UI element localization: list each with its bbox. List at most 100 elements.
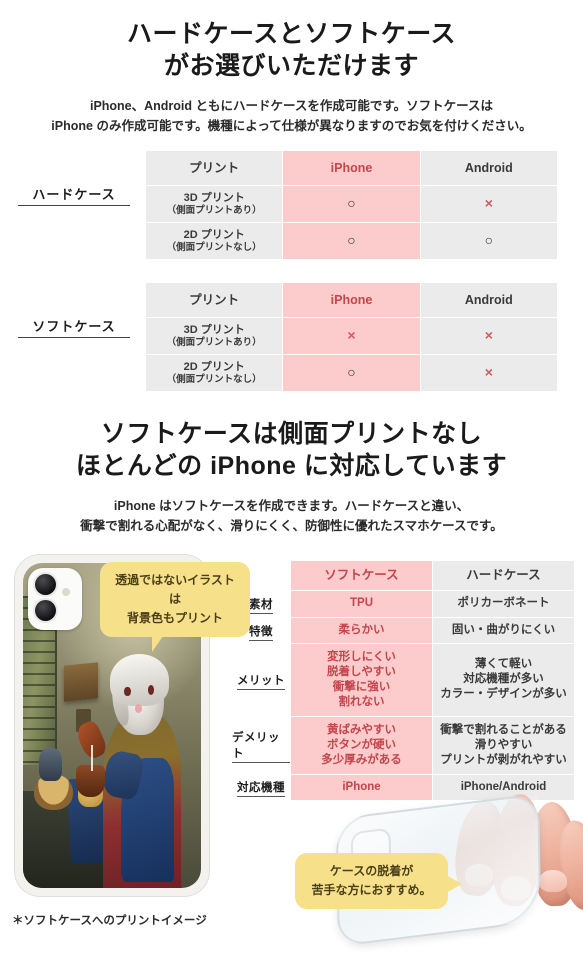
support-mark: × xyxy=(347,327,356,343)
print-bubble-line1: 透過ではないイラストは xyxy=(115,573,235,606)
artwork-milk-stream xyxy=(90,745,93,771)
print-type-name: 3D プリント xyxy=(183,192,245,204)
spec-col-header-soft: ソフトケース xyxy=(291,561,432,591)
section2-heading-line2: ほとんどの iPhone に対応しています xyxy=(75,452,508,480)
support-mark: × xyxy=(484,364,493,380)
section1-heading-line2: がお選びいただけます xyxy=(163,52,419,80)
spec-soft-material: TPU xyxy=(291,591,432,617)
col-header-android: Android xyxy=(420,151,557,185)
spec-soft-feature: 柔らかい xyxy=(291,617,432,643)
print-type-cell: 2D プリント （側面プリントなし） xyxy=(146,223,283,259)
print-type-name: 2D プリント xyxy=(183,361,245,373)
print-type-name: 3D プリント xyxy=(183,324,245,336)
spec-soft-merit: 変形しにくい 脱着しやすい 衝撃に強い 割れない xyxy=(291,643,432,717)
support-mark: × xyxy=(484,195,493,211)
hard-case-compatibility-table: プリント iPhone Android 3D プリント （側面プリントあり） ○… xyxy=(145,150,558,260)
case-spec-grid: 素材 特徴 メリット デメリット 対応機種 ソフトケース ハードケース TPU … xyxy=(232,560,577,801)
spec-comparison-area: 透過ではないイラストは 背景色もプリント 素材 特徴 メリット デメリット 対応… xyxy=(0,554,583,954)
easy-bubble-line1: ケースの脱着が xyxy=(329,864,414,878)
table-row: 3D プリント （側面プリントあり） × × xyxy=(146,318,557,354)
case-spec-table: ソフトケース ハードケース TPU ポリカーボネート 柔らかい 固い・曲がりにく… xyxy=(290,560,575,801)
camera-flash-icon xyxy=(62,588,70,596)
artwork-figure-nose xyxy=(135,704,143,713)
section1-heading: ハードケースとソフトケース がお選びいただけます xyxy=(0,18,583,82)
soft-case-row-label: ソフトケース xyxy=(18,316,130,338)
android-support-cell: ○ xyxy=(420,223,557,259)
spec-row-merit: 変形しにくい 脱着しやすい 衝撃に強い 割れない 薄くて軽い 対応機種が多い カ… xyxy=(291,643,574,717)
section2-lead-line1: iPhone はソフトケースを作成できます。ハードケースと違い、 xyxy=(113,499,470,513)
iphone-support-cell: × xyxy=(283,318,420,354)
print-type-cell: 3D プリント （側面プリントあり） xyxy=(146,186,283,222)
table-row: 2D プリント （側面プリントなし） ○ × xyxy=(146,355,557,391)
hard-soft-intro-section: ハードケースとソフトケース がお選びいただけます iPhone、Android … xyxy=(0,0,583,392)
iphone-support-cell: ○ xyxy=(283,355,420,391)
support-mark: ○ xyxy=(347,364,356,380)
android-support-cell: × xyxy=(420,318,557,354)
section1-lead-line2: iPhone のみ作成可能です。機種によって仕様が異なりますのでお気を付けくださ… xyxy=(51,119,532,133)
col-header-print: プリント xyxy=(146,283,283,317)
support-mark: ○ xyxy=(484,232,494,248)
section2-heading: ソフトケースは側面プリントなし ほとんどの iPhone に対応しています xyxy=(0,418,583,482)
footnote-print-image: ＊ソフトケースへのプリントイメージ xyxy=(12,915,207,927)
soft-case-print-sample-photo: 透過ではないイラストは 背景色もプリント xyxy=(14,554,250,897)
android-support-cell: × xyxy=(420,186,557,222)
soft-case-detail-section: ソフトケースは側面プリントなし ほとんどの iPhone に対応しています iP… xyxy=(0,392,583,954)
col-header-iphone: iPhone xyxy=(283,151,420,185)
spec-label-text: デメリット xyxy=(232,729,290,763)
spec-header-row: ソフトケース ハードケース xyxy=(291,561,574,591)
artwork-figure-eye-left xyxy=(124,686,131,697)
print-bubble-line2: 背景色もプリント xyxy=(126,611,223,625)
col-header-iphone: iPhone xyxy=(283,283,420,317)
table-row: 2D プリント （側面プリントなし） ○ ○ xyxy=(146,223,557,259)
print-type-cell: 2D プリント （側面プリントなし） xyxy=(146,355,283,391)
spec-soft-demerit: 黄ばみやすい ボタンが硬い 多少厚みがある xyxy=(291,717,432,774)
section1-lead-line1: iPhone、Android ともにハードケースを作成可能です。ソフトケースは xyxy=(89,99,494,113)
print-info-bubble: 透過ではないイラストは 背景色もプリント xyxy=(100,562,250,652)
spec-col-header-hard: ハードケース xyxy=(433,561,574,591)
camera-bump xyxy=(28,568,82,630)
print-type-note: （側面プリントあり） xyxy=(166,337,262,348)
spec-label-demerit: デメリット xyxy=(232,717,290,774)
print-type-note: （側面プリントなし） xyxy=(166,242,262,253)
easy-removal-bubble: ケースの脱着が 苦手な方におすすめ。 xyxy=(295,853,462,909)
support-mark: ○ xyxy=(347,232,356,248)
camera-lens-icon xyxy=(35,600,56,621)
hard-case-table-wrap: ハードケース プリント iPhone Android 3D プリント （側面プリ… xyxy=(0,150,583,260)
spec-label-text: メリット xyxy=(237,672,285,690)
table-row: 3D プリント （側面プリントあり） ○ × xyxy=(146,186,557,222)
iphone-support-cell: ○ xyxy=(283,186,420,222)
case-spec-table-wrap: 素材 特徴 メリット デメリット 対応機種 ソフトケース ハードケース TPU … xyxy=(232,560,577,801)
iphone-support-cell: ○ xyxy=(283,223,420,259)
col-header-print: プリント xyxy=(146,151,283,185)
support-mark: × xyxy=(484,327,493,343)
support-mark: ○ xyxy=(347,195,356,211)
table-header-row: プリント iPhone Android xyxy=(146,151,557,185)
spec-label-text: 素材 xyxy=(249,596,273,614)
section2-heading-line1: ソフトケースは側面プリントなし xyxy=(100,420,483,448)
spec-label-devices: 対応機種 xyxy=(232,774,290,801)
print-type-note: （側面プリントなし） xyxy=(166,374,262,385)
print-type-name: 2D プリント xyxy=(183,229,245,241)
soft-case-compatibility-table: プリント iPhone Android 3D プリント （側面プリントあり） ×… xyxy=(145,282,558,392)
camera-lens-icon xyxy=(35,574,56,595)
table-header-row: プリント iPhone Android xyxy=(146,283,557,317)
spec-hard-merit: 薄くて軽い 対応機種が多い カラー・デザインが多い xyxy=(433,643,574,717)
section1-lead: iPhone、Android ともにハードケースを作成可能です。ソフトケースは … xyxy=(0,96,583,136)
spec-row-demerit: 黄ばみやすい ボタンが硬い 多少厚みがある 衝撃で割れることがある 滑りやすい … xyxy=(291,717,574,774)
col-header-android: Android xyxy=(420,283,557,317)
easy-bubble-line2: 苦手な方におすすめ。 xyxy=(311,883,432,897)
print-type-note: （側面プリントあり） xyxy=(166,205,262,216)
artwork-small-jug xyxy=(39,748,63,781)
android-support-cell: × xyxy=(420,355,557,391)
hard-case-row-label: ハードケース xyxy=(18,184,130,206)
section2-lead: iPhone はソフトケースを作成できます。ハードケースと違い、 衝撃で割れる心… xyxy=(0,496,583,536)
artwork-figure-cap xyxy=(110,654,169,706)
section2-lead-line2: 衝撃で割れる心配がなく、滑りにくく、防御性に優れたスマホケースです。 xyxy=(80,519,503,533)
spec-label-merit: メリット xyxy=(232,645,290,717)
spec-label-text: 対応機種 xyxy=(237,779,285,797)
section1-heading-line1: ハードケースとソフトケース xyxy=(126,20,456,48)
spec-hard-material: ポリカーボネート xyxy=(433,591,574,617)
fingernail xyxy=(539,870,567,892)
spec-label-text: 特徴 xyxy=(249,623,273,641)
spec-row-feature: 柔らかい 固い・曲がりにくい xyxy=(291,617,574,643)
